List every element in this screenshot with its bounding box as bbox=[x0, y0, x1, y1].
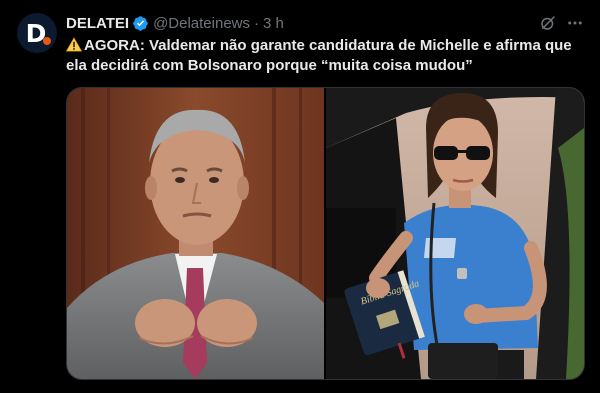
tweet-text-container: AGORA: Valdemar não garante candidatura … bbox=[66, 36, 586, 76]
header-separator: · bbox=[254, 14, 259, 32]
tweet-text: AGORA: Valdemar não garante candidatura … bbox=[66, 37, 572, 74]
verified-badge-icon bbox=[133, 15, 148, 31]
author-name[interactable]: DELATEI bbox=[66, 15, 129, 32]
media-grid: Bíblia Sagrada bbox=[66, 87, 585, 380]
photo-valdemar[interactable] bbox=[67, 88, 324, 379]
photo-michelle[interactable]: Bíblia Sagrada bbox=[326, 88, 584, 379]
warning-icon bbox=[66, 37, 82, 52]
tweet[interactable]: D DELATEI @Delateinews · 3 h AGORA: Vald… bbox=[0, 0, 600, 393]
more-options-icon[interactable] bbox=[566, 14, 584, 32]
post-timestamp[interactable]: 3 h bbox=[263, 15, 284, 32]
avatar-logo-dot bbox=[43, 37, 51, 45]
tweet-header: DELATEI @Delateinews · 3 h bbox=[66, 14, 284, 32]
author-avatar[interactable]: D bbox=[17, 13, 57, 53]
author-handle[interactable]: @Delateinews bbox=[153, 15, 250, 32]
grok-icon[interactable] bbox=[539, 14, 557, 32]
